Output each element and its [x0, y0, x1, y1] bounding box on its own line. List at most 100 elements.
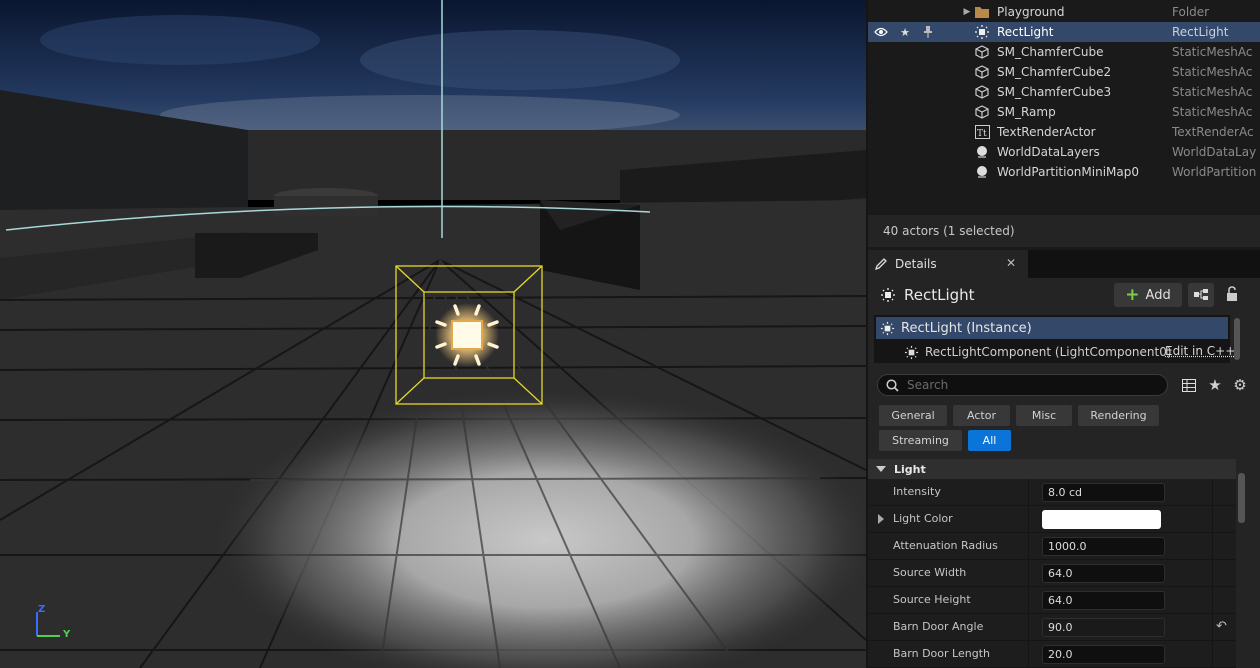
- folder-icon: [974, 4, 990, 20]
- tab-details[interactable]: Details ✕: [868, 250, 1028, 278]
- rect-light-icon: [974, 24, 990, 40]
- component-tree-scrollbar[interactable]: [1234, 318, 1240, 360]
- outliner-row-sm-chamfercube3[interactable]: SM_ChamferCube3 StaticMeshAc: [868, 82, 1260, 102]
- outliner-item-type: StaticMeshAc: [1172, 65, 1253, 79]
- filter-tab-rendering[interactable]: Rendering: [1078, 405, 1159, 426]
- property-label: Source Height: [893, 593, 971, 606]
- outliner-item-type: WorldDataLay: [1172, 145, 1256, 159]
- outliner-row-worlddatalayers[interactable]: WorldDataLayers WorldDataLay: [868, 142, 1260, 162]
- filter-tab-general[interactable]: General: [879, 405, 947, 426]
- attenuation-radius-input[interactable]: 1000.0: [1042, 537, 1165, 556]
- details-scrollbar[interactable]: [1238, 473, 1245, 523]
- outliner-item-name: SM_Ramp: [997, 105, 1056, 119]
- favorites-star-icon[interactable]: ★: [1206, 376, 1224, 394]
- tab-details-label: Details: [895, 257, 937, 271]
- outliner-row-textrenderactor[interactable]: Tt TextRenderActor TextRenderAc: [868, 122, 1260, 142]
- intensity-input[interactable]: 8.0 cd: [1042, 483, 1165, 502]
- outliner-item-name: WorldPartitionMiniMap0: [997, 165, 1139, 179]
- rect-light-icon: [904, 345, 919, 360]
- outliner-item-type: StaticMeshAc: [1172, 85, 1253, 99]
- collapse-arrow-icon: [876, 466, 886, 472]
- property-row-barn-door-length: Barn Door Length 20.0: [868, 641, 1236, 668]
- property-label: Barn Door Angle: [893, 620, 984, 633]
- outliner-item-name: RectLight: [997, 25, 1054, 39]
- component-instance-label: RectLight (Instance): [901, 320, 1032, 336]
- favorite-star-icon[interactable]: ★: [898, 25, 912, 39]
- blueprint-button[interactable]: [1188, 283, 1214, 307]
- property-row-attenuation-radius: Attenuation Radius 1000.0: [868, 533, 1236, 560]
- outliner-item-name: WorldDataLayers: [997, 145, 1100, 159]
- outliner-row-worldpartitionminimap0[interactable]: WorldPartitionMiniMap0 WorldPartition: [868, 162, 1260, 182]
- property-row-light-color: Light Color: [868, 506, 1236, 533]
- viewport-scene: [0, 0, 866, 668]
- rect-light-icon: [880, 287, 896, 303]
- outliner-item-type: TextRenderAc: [1172, 125, 1254, 139]
- component-instance-row[interactable]: RectLight (Instance): [876, 317, 1228, 339]
- details-title: RectLight: [904, 286, 975, 304]
- source-height-input[interactable]: 64.0: [1042, 591, 1165, 610]
- component-tree: RectLight (Instance) RectLightComponent …: [874, 315, 1235, 363]
- level-viewport[interactable]: Z Y: [0, 0, 866, 668]
- visibility-eye-icon[interactable]: [874, 25, 888, 39]
- barn-door-angle-input[interactable]: 90.0: [1042, 618, 1165, 637]
- outliner-row-rectlight[interactable]: ★ RectLight RectLight: [868, 22, 1260, 42]
- add-component-button[interactable]: + Add: [1114, 283, 1182, 307]
- property-row-source-height: Source Height 64.0: [868, 587, 1236, 614]
- light-color-swatch[interactable]: [1042, 510, 1161, 529]
- property-row-barn-door-angle: Barn Door Angle 90.0 ↶: [868, 614, 1236, 641]
- source-width-input[interactable]: 64.0: [1042, 564, 1165, 583]
- property-label: Light Color: [893, 512, 953, 525]
- outliner-item-type: RectLight: [1172, 25, 1229, 39]
- property-row-source-width: Source Width 64.0: [868, 560, 1236, 587]
- details-search[interactable]: [877, 374, 1168, 396]
- property-row-intensity: Intensity 8.0 cd: [868, 479, 1236, 506]
- section-light-header[interactable]: Light: [868, 459, 1236, 479]
- outliner-row-sm-chamfercube[interactable]: SM_ChamferCube StaticMeshAc: [868, 42, 1260, 62]
- outliner-item-type: Folder: [1172, 5, 1210, 19]
- barn-door-length-input[interactable]: 20.0: [1042, 645, 1165, 664]
- section-light-title: Light: [894, 462, 926, 476]
- filter-tab-actor[interactable]: Actor: [953, 405, 1010, 426]
- static-mesh-icon: [974, 64, 990, 80]
- search-icon: [886, 378, 899, 392]
- outliner-item-type: StaticMeshAc: [1172, 45, 1253, 59]
- property-label: Barn Door Length: [893, 647, 990, 660]
- edit-in-cpp-link[interactable]: Edit in C++: [1165, 344, 1235, 358]
- property-label: Intensity: [893, 485, 941, 498]
- outliner-row-sm-chamfercube2[interactable]: SM_ChamferCube2 StaticMeshAc: [868, 62, 1260, 82]
- expand-arrow-icon[interactable]: [878, 514, 884, 524]
- pin-icon[interactable]: [921, 25, 935, 39]
- search-input[interactable]: [907, 378, 1147, 392]
- component-child-label: RectLightComponent (LightComponent0): [925, 345, 1172, 359]
- outliner-item-type: StaticMeshAc: [1172, 105, 1253, 119]
- axis-gizmo: Z Y: [32, 604, 72, 644]
- filter-tab-all[interactable]: All: [968, 430, 1011, 451]
- text-render-icon: Tt: [974, 124, 990, 140]
- outliner-row-playground[interactable]: ▶ Playground Folder: [868, 2, 1260, 22]
- rect-light-icon: [880, 321, 895, 336]
- table-view-icon[interactable]: [1180, 376, 1198, 394]
- settings-gear-icon[interactable]: ⚙: [1231, 376, 1249, 394]
- pencil-icon: [874, 257, 888, 271]
- outliner-row-sm-ramp[interactable]: SM_Ramp StaticMeshAc: [868, 102, 1260, 122]
- world-outliner: ▶ Playground Folder ★ RectLight RectLigh…: [868, 0, 1260, 215]
- property-label: Attenuation Radius: [893, 539, 998, 552]
- outliner-item-name: SM_ChamferCube3: [997, 85, 1112, 99]
- reset-to-default-icon[interactable]: ↶: [1216, 619, 1227, 634]
- filter-tab-misc[interactable]: Misc: [1016, 405, 1072, 426]
- svg-text:Tt: Tt: [977, 129, 987, 139]
- world-partition-icon: [974, 164, 990, 180]
- actor-count-label: 40 actors (1 selected): [883, 224, 1015, 238]
- component-child-row[interactable]: RectLightComponent (LightComponent0): [904, 342, 1172, 362]
- details-header: RectLight: [880, 286, 975, 304]
- close-tab-icon[interactable]: ✕: [1006, 256, 1016, 270]
- details-tab-bar: Details ✕: [868, 250, 1260, 278]
- gizmo-z-label: Z: [38, 604, 46, 615]
- plus-icon: +: [1125, 285, 1140, 305]
- lock-icon[interactable]: [1224, 285, 1244, 305]
- actor-count-bar: 40 actors (1 selected): [868, 215, 1260, 247]
- expand-arrow-icon[interactable]: ▶: [960, 5, 974, 19]
- filter-tab-streaming[interactable]: Streaming: [879, 430, 962, 451]
- outliner-item-name: SM_ChamferCube: [997, 45, 1104, 59]
- outliner-item-name: SM_ChamferCube2: [997, 65, 1112, 79]
